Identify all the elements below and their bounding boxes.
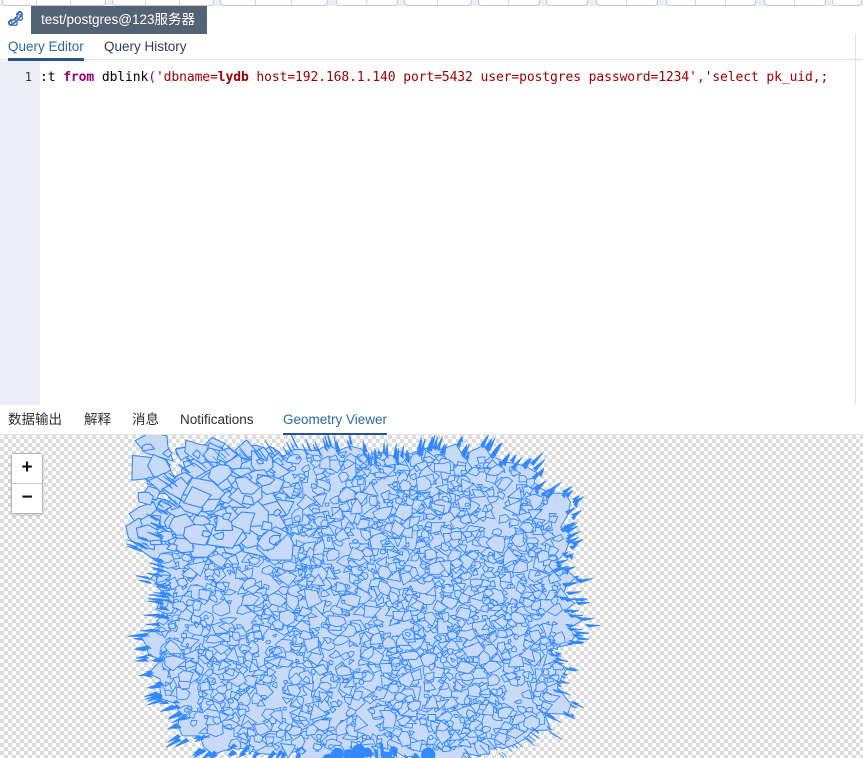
toolbar-button[interactable] [509, 0, 539, 5]
toolbar-button[interactable] [37, 0, 71, 5]
chain-link-icon [8, 11, 26, 29]
toolbar-button[interactable] [367, 0, 397, 5]
sql-token: 'select pk_uid,; [704, 70, 829, 85]
line-number: 1 [24, 70, 32, 84]
sql-code-line: :t from dblink('dbname=lydb host=192.168… [40, 69, 828, 87]
tab-query-history[interactable]: Query History [104, 34, 187, 60]
output-tab-notifications[interactable]: Notifications [180, 405, 254, 435]
output-panel: 数据输出 解释 消息 Notifications Geometry Viewer + − [0, 405, 863, 758]
toolbar-button[interactable] [405, 0, 439, 5]
zoom-in-button[interactable]: + [12, 454, 42, 484]
toolbar-button[interactable] [726, 0, 755, 5]
toolbar-button[interactable] [765, 0, 796, 5]
editor-right-divider [855, 34, 856, 405]
toolbar-button[interactable] [438, 0, 471, 5]
toolbar-button[interactable] [667, 0, 697, 5]
zoom-out-button[interactable]: − [12, 484, 42, 513]
toolbar-button[interactable] [113, 0, 147, 5]
toolbar-button[interactable] [337, 0, 368, 5]
toolbar-button[interactable] [547, 0, 587, 5]
connection-title[interactable]: test/postgres@123服务器 [31, 6, 208, 34]
sql-token: ( [148, 70, 156, 85]
toolbar-button[interactable] [696, 0, 726, 5]
geometry-viewer-canvas[interactable]: + − [0, 435, 863, 758]
toolbar-button[interactable] [292, 0, 327, 5]
output-tab-消息[interactable]: 消息 [132, 405, 159, 435]
sql-token: , [696, 70, 705, 85]
toolbar-button[interactable] [256, 0, 292, 5]
sql-code-area[interactable]: :t from dblink('dbname=lydb host=192.168… [40, 61, 863, 405]
toolbar-button[interactable] [833, 0, 861, 5]
sql-token: 'dbname= [155, 70, 218, 85]
output-tab-数据输出[interactable]: 数据输出 [8, 405, 62, 435]
editor-gutter: 1 [0, 61, 40, 405]
sql-token: :t [40, 70, 64, 85]
sql-editor[interactable]: 1 :t from dblink('dbname=lydb host=192.1… [0, 61, 863, 405]
toolbar-button[interactable] [627, 0, 657, 5]
sql-token: dblink [94, 70, 149, 85]
pgadmin-query-tool-window: test/postgres@123服务器 Query Editor Query H… [0, 0, 863, 758]
output-tabbar: 数据输出 解释 消息 Notifications Geometry Viewer [0, 405, 863, 436]
sql-token: host=192.168.1.140 port=5432 user=postgr… [248, 70, 697, 85]
sql-token: from [63, 70, 95, 85]
sql-token: lydb [217, 70, 249, 85]
zoom-control-group: + − [11, 453, 43, 514]
toolbar-button[interactable] [479, 0, 510, 5]
toolbar-button[interactable] [795, 0, 825, 5]
toolbar-button[interactable] [146, 0, 180, 5]
toolbar-button[interactable] [71, 0, 105, 5]
toolbar-button[interactable] [221, 0, 257, 5]
toolbar-button[interactable] [3, 0, 37, 5]
query-tool-tabbar: Query Editor Query History [0, 34, 863, 61]
geometry-render-svg[interactable] [0, 435, 863, 758]
toolbar-button[interactable] [597, 0, 628, 5]
connection-titlebar: test/postgres@123服务器 [0, 6, 863, 34]
output-tab-geometry-viewer[interactable]: Geometry Viewer [283, 405, 388, 436]
tab-query-editor[interactable]: Query Editor [8, 34, 84, 61]
output-tab-解释[interactable]: 解释 [84, 405, 111, 435]
toolbar-button[interactable] [180, 0, 213, 5]
